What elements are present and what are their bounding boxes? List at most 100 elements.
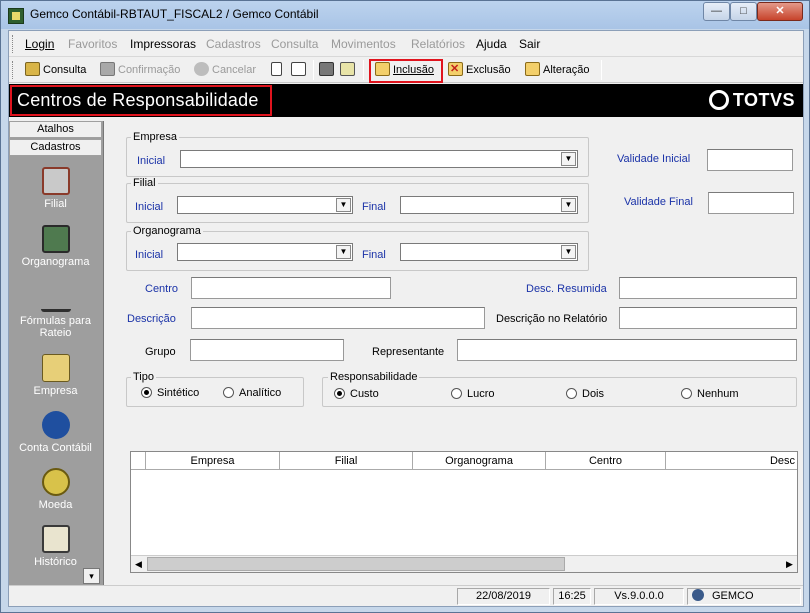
sidebar-item-filial[interactable]: Filial [9,167,102,210]
edit-record-icon [525,62,540,76]
grid-col-desc[interactable]: Desc [665,452,797,470]
grid-col-filial[interactable]: Filial [279,452,412,470]
status-version: Vs.9.0.0.0 [594,588,684,605]
grid-header: Empresa Filial Organograma Centro Desc [131,452,797,470]
resp-dois-radio[interactable]: Dois [566,388,604,400]
zoom-button[interactable] [340,61,358,79]
title-highlight [10,85,272,116]
inclusao-highlight [369,59,443,83]
title-bar[interactable]: Gemco Contábil-RBTAUT_FISCAL2 / Gemco Co… [1,1,809,29]
filial-final-select[interactable]: ▼ [400,196,578,214]
chevron-down-icon[interactable]: ▼ [336,245,351,259]
chevron-down-icon[interactable]: ▼ [561,198,576,212]
grupo-label: Grupo [145,346,176,358]
menu-movimentos: Movimentos [331,37,396,51]
client-area: Login Favoritos Impressoras Cadastros Co… [8,30,804,607]
empresa-inicial-label: Inicial [137,155,166,167]
representante-input[interactable] [457,339,797,361]
sidebar-item-organograma[interactable]: Organograma [9,225,102,268]
organograma-final-select[interactable]: ▼ [400,243,578,261]
radio-unselected-icon [451,388,462,399]
validade-inicial-label: Validade Inicial [617,153,691,165]
coins-icon [41,468,70,496]
chevron-down-icon[interactable]: ▼ [561,152,576,166]
resp-lucro-radio[interactable]: Lucro [451,388,495,400]
validade-final-input[interactable] [708,192,794,214]
building-icon [41,167,70,195]
organograma-inicial-select[interactable]: ▼ [177,243,353,261]
tab-cadastros[interactable]: Cadastros [9,139,102,156]
filial-inicial-select[interactable]: ▼ [177,196,353,214]
sidebar-item-conta-contabil[interactable]: Conta Contábil [9,411,102,454]
tipo-analitico-label: Analítico [239,387,282,399]
minimize-button[interactable]: — [703,2,730,21]
chevron-down-icon[interactable]: ▼ [561,245,576,259]
centro-label: Centro [145,283,179,295]
menu-sair[interactable]: Sair [519,37,540,51]
filial-final-label: Final [362,201,386,213]
close-button[interactable]: ✕ [757,2,803,21]
radio-selected-icon [334,388,345,399]
filial-inicial-label: Inicial [135,201,164,213]
grid-col-organograma[interactable]: Organograma [412,452,545,470]
new-page-button[interactable] [271,61,285,79]
validade-inicial-input[interactable] [707,149,793,171]
user-icon [692,589,704,601]
factory-icon [41,354,70,382]
grid-horizontal-scrollbar[interactable]: ◀ ▶ [131,555,797,572]
responsabilidade-group-label: Responsabilidade [328,371,420,383]
sidebar-item-label: Empresa [33,385,78,397]
descricao-input[interactable] [191,307,485,329]
scroll-right-icon[interactable]: ▶ [782,557,797,571]
alteracao-label: Alteração [543,64,590,76]
tipo-group-label: Tipo [131,371,156,383]
tab-atalhos[interactable]: Atalhos [9,121,102,138]
alteracao-button[interactable]: Alteração [525,61,589,79]
scroll-left-icon[interactable]: ◀ [131,557,146,571]
empresa-inicial-select[interactable]: ▼ [180,150,578,168]
print-button[interactable] [319,61,337,79]
grid-col-centro[interactable]: Centro [545,452,665,470]
tipo-analitico-radio[interactable]: Analítico [223,387,281,399]
sidebar-item-formulas[interactable]: Fórmulas para Rateio [9,284,102,339]
resp-nenhum-radio[interactable]: Nenhum [681,388,739,400]
resp-custo-radio[interactable]: Custo [334,388,379,400]
consulta-button[interactable]: Consulta [25,61,86,79]
export-button[interactable] [291,61,309,79]
maximize-button[interactable]: □ [730,2,757,21]
sidebar-item-empresa[interactable]: Empresa [9,354,102,397]
results-grid[interactable]: Empresa Filial Organograma Centro Desc ◀… [130,451,798,573]
resp-custo-label: Custo [350,388,379,400]
radio-selected-icon [141,387,152,398]
grupo-input[interactable] [190,339,344,361]
representante-label: Representante [372,346,445,358]
descricao-relatorio-input[interactable] [619,307,797,329]
confirmacao-button: Confirmação [100,61,180,79]
grid-row-selector-header [131,452,145,470]
chevron-down-icon[interactable]: ▼ [336,198,351,212]
centro-input[interactable] [191,277,391,299]
sidebar-item-historico[interactable]: Histórico [9,525,102,568]
desc-resumida-input[interactable] [619,277,797,299]
exclusao-button[interactable]: Exclusão [448,60,511,79]
grid-col-empresa[interactable]: Empresa [145,452,279,470]
sidebar-item-label: Filial [44,198,67,210]
menu-login[interactable]: Login [25,37,54,51]
sidebar-item-label: Moeda [38,499,73,511]
desc-resumida-label: Desc. Resumida [526,283,607,295]
toolbar-separator [313,60,314,80]
status-time: 16:25 [553,588,591,605]
menu-favoritos: Favoritos [68,37,118,51]
toolbar-grip [12,61,15,79]
sidebar-item-moeda[interactable]: Moeda [9,468,102,511]
scroll-thumb[interactable] [147,557,565,571]
sidebar-scroll-down[interactable]: ▾ [83,568,100,584]
menu-relatorios: Relatórios [411,37,466,51]
menu-ajuda[interactable]: Ajuda [476,37,507,51]
main-form: Empresa Inicial ▼ Validade Inicial Valid… [106,121,803,584]
toolbar-separator [601,60,602,80]
tipo-sintetico-radio[interactable]: Sintético [141,387,199,399]
menu-impressoras[interactable]: Impressoras [130,37,196,51]
zoom-icon [340,62,355,76]
menu-grip [12,35,15,53]
